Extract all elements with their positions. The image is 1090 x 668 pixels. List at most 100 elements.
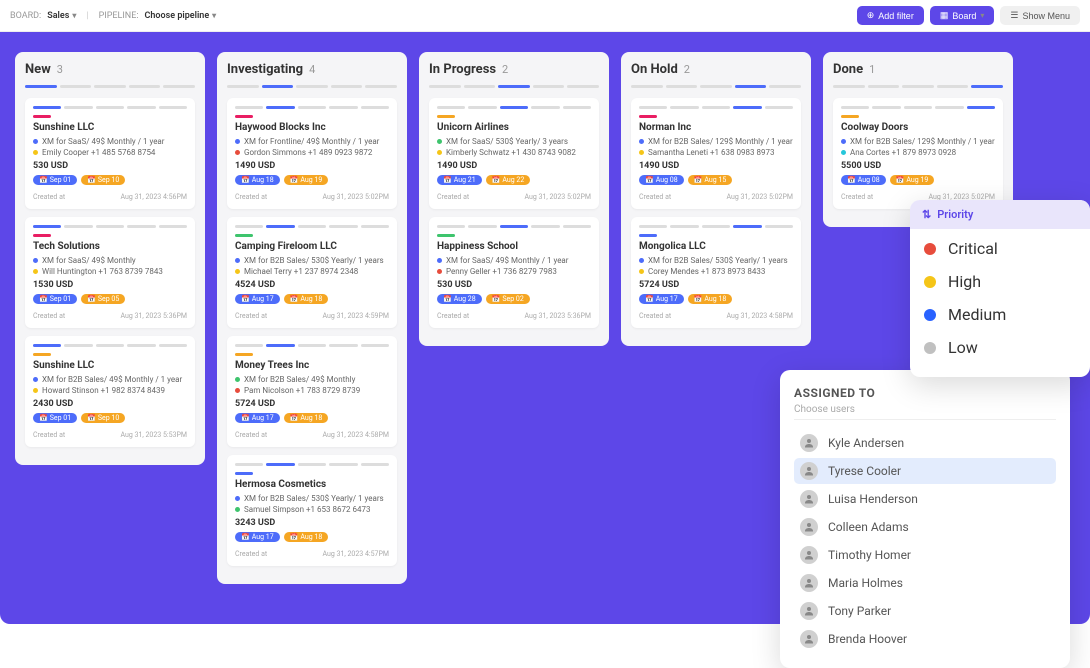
user-option[interactable]: Tyrese Cooler bbox=[794, 458, 1056, 484]
board-view-button[interactable]: ▦Board▾ bbox=[930, 6, 995, 25]
dot-icon bbox=[33, 258, 38, 263]
column-title: Done bbox=[833, 62, 863, 77]
card-title: Happiness School bbox=[437, 241, 591, 252]
date-tag-start[interactable]: 📅Sep 01 bbox=[33, 294, 77, 304]
avatar bbox=[800, 490, 818, 508]
column-title: On Hold bbox=[631, 62, 678, 77]
priority-header[interactable]: ⇅Priority bbox=[910, 200, 1090, 229]
calendar-icon: 📅 bbox=[896, 176, 905, 184]
user-option[interactable]: Maria Holmes bbox=[794, 570, 1056, 596]
date-tag-end[interactable]: 📅Aug 18 bbox=[284, 413, 329, 423]
date-tag-start[interactable]: 📅Sep 01 bbox=[33, 413, 77, 423]
date-tag-start[interactable]: 📅Aug 17 bbox=[235, 532, 280, 542]
card[interactable]: Tech SolutionsXM for SaaS/ 49$ MonthlyWi… bbox=[25, 217, 195, 328]
user-option[interactable]: Luisa Henderson bbox=[794, 486, 1056, 512]
date-tag-end[interactable]: 📅Sep 02 bbox=[486, 294, 530, 304]
card[interactable]: Mongolica LLCXM for B2B Sales/ 530$ Year… bbox=[631, 217, 801, 328]
dot-icon bbox=[437, 258, 442, 263]
calendar-icon: 📅 bbox=[443, 295, 452, 303]
card-title: Money Trees Inc bbox=[235, 360, 389, 371]
date-tag-end[interactable]: 📅Aug 19 bbox=[890, 175, 935, 185]
dot-icon bbox=[33, 269, 38, 274]
priority-stripe bbox=[639, 115, 657, 118]
date-tag-start[interactable]: 📅Aug 17 bbox=[639, 294, 684, 304]
card-price: 5724 USD bbox=[235, 399, 389, 409]
calendar-icon: 📅 bbox=[87, 295, 96, 303]
board-dropdown[interactable]: Sales▾ bbox=[47, 11, 76, 21]
card[interactable]: Coolway DoorsXM for B2B Sales/ 129$ Mont… bbox=[833, 98, 1003, 209]
dot-icon bbox=[841, 150, 846, 155]
calendar-icon: 📅 bbox=[847, 176, 856, 184]
date-tag-start[interactable]: 📅Aug 17 bbox=[235, 294, 280, 304]
add-filter-button[interactable]: ⊕Add filter bbox=[857, 6, 924, 25]
card-contact: Pam Nicolson +1 783 8729 8739 bbox=[235, 386, 389, 395]
calendar-icon: 📅 bbox=[241, 533, 250, 541]
priority-option[interactable]: Critical bbox=[924, 239, 1076, 258]
date-tag-end[interactable]: 📅Sep 05 bbox=[81, 294, 125, 304]
priority-label: Low bbox=[948, 338, 978, 357]
calendar-icon: 📅 bbox=[39, 176, 48, 184]
card[interactable]: Sunshine LLCXM for SaaS/ 49$ Monthly / 1… bbox=[25, 98, 195, 209]
date-tag-start[interactable]: 📅Aug 28 bbox=[437, 294, 482, 304]
calendar-icon: 📅 bbox=[694, 176, 703, 184]
avatar bbox=[800, 546, 818, 564]
card[interactable]: Camping Fireloom LLCXM for B2B Sales/ 53… bbox=[227, 217, 397, 328]
date-tag-end[interactable]: 📅Sep 10 bbox=[81, 413, 125, 423]
date-tag-start[interactable]: 📅Aug 21 bbox=[437, 175, 482, 185]
priority-option[interactable]: High bbox=[924, 272, 1076, 291]
date-tag-end[interactable]: 📅Aug 18 bbox=[284, 532, 329, 542]
date-tag-end[interactable]: 📅Aug 22 bbox=[486, 175, 531, 185]
dot-icon bbox=[235, 150, 240, 155]
card-meta: Created atAug 31, 2023 5:02PM bbox=[437, 189, 591, 201]
priority-option[interactable]: Medium bbox=[924, 305, 1076, 324]
card-meta: Created atAug 31, 2023 5:53PM bbox=[33, 427, 187, 439]
dot-icon bbox=[639, 139, 644, 144]
date-tag-start[interactable]: 📅Aug 08 bbox=[841, 175, 886, 185]
column-title: New bbox=[25, 62, 51, 77]
card-contact: Emily Cooper +1 485 5768 8754 bbox=[33, 148, 187, 157]
date-tag-start[interactable]: 📅Sep 01 bbox=[33, 175, 77, 185]
user-option[interactable]: Kyle Andersen bbox=[794, 430, 1056, 456]
column-on-hold: On Hold2Norman IncXM for B2B Sales/ 129$… bbox=[621, 52, 811, 346]
card-meta: Created atAug 31, 2023 5:36PM bbox=[437, 308, 591, 320]
date-tag-end[interactable]: 📅Aug 18 bbox=[688, 294, 733, 304]
card[interactable]: Sunshine LLCXM for B2B Sales/ 49$ Monthl… bbox=[25, 336, 195, 447]
card-meta: Created atAug 31, 2023 4:56PM bbox=[33, 189, 187, 201]
priority-stripe bbox=[33, 234, 51, 237]
date-tag-end[interactable]: 📅Aug 19 bbox=[284, 175, 329, 185]
date-tag-start[interactable]: 📅Aug 18 bbox=[235, 175, 280, 185]
priority-dot-icon bbox=[924, 243, 936, 255]
user-option[interactable]: Tony Parker bbox=[794, 598, 1056, 624]
sort-icon: ⇅ bbox=[922, 208, 931, 221]
show-menu-button[interactable]: ☰Show Menu bbox=[1000, 6, 1080, 25]
date-tag-end[interactable]: 📅Sep 10 bbox=[81, 175, 125, 185]
date-tag-start[interactable]: 📅Aug 17 bbox=[235, 413, 280, 423]
card-contact: Gordon Simmons +1 489 0923 9872 bbox=[235, 148, 389, 157]
user-option[interactable]: Colleen Adams bbox=[794, 514, 1056, 540]
card[interactable]: Hermosa CosmeticsXM for B2B Sales/ 530$ … bbox=[227, 455, 397, 566]
avatar bbox=[800, 630, 818, 648]
calendar-icon: 📅 bbox=[290, 414, 299, 422]
assigned-to-panel: ASSIGNED TO Choose users Kyle AndersenTy… bbox=[780, 370, 1070, 668]
card[interactable]: Unicorn AirlinesXM for SaaS/ 530$ Yearly… bbox=[429, 98, 599, 209]
date-tag-end[interactable]: 📅Aug 15 bbox=[688, 175, 733, 185]
card-meta: Created atAug 31, 2023 4:58PM bbox=[639, 308, 793, 320]
card-contact: Ana Cortes +1 879 8973 0928 bbox=[841, 148, 995, 157]
dot-icon bbox=[33, 377, 38, 382]
priority-stripe bbox=[639, 234, 657, 237]
calendar-icon: 📅 bbox=[39, 295, 48, 303]
card-price: 2430 USD bbox=[33, 399, 187, 409]
card[interactable]: Happiness SchoolXM for SaaS/ 49$ Monthly… bbox=[429, 217, 599, 328]
pipeline-dropdown[interactable]: Choose pipeline▾ bbox=[145, 11, 217, 21]
card[interactable]: Norman IncXM for B2B Sales/ 129$ Monthly… bbox=[631, 98, 801, 209]
card-price: 1530 USD bbox=[33, 280, 187, 290]
card[interactable]: Haywood Blocks IncXM for Frontline/ 49$ … bbox=[227, 98, 397, 209]
user-option[interactable]: Brenda Hoover bbox=[794, 626, 1056, 652]
priority-option[interactable]: Low bbox=[924, 338, 1076, 357]
date-tag-start[interactable]: 📅Aug 08 bbox=[639, 175, 684, 185]
user-option[interactable]: Timothy Homer bbox=[794, 542, 1056, 568]
card[interactable]: Money Trees IncXM for B2B Sales/ 49$ Mon… bbox=[227, 336, 397, 447]
card-price: 5724 USD bbox=[639, 280, 793, 290]
date-tag-end[interactable]: 📅Aug 18 bbox=[284, 294, 329, 304]
user-name: Brenda Hoover bbox=[828, 632, 907, 646]
